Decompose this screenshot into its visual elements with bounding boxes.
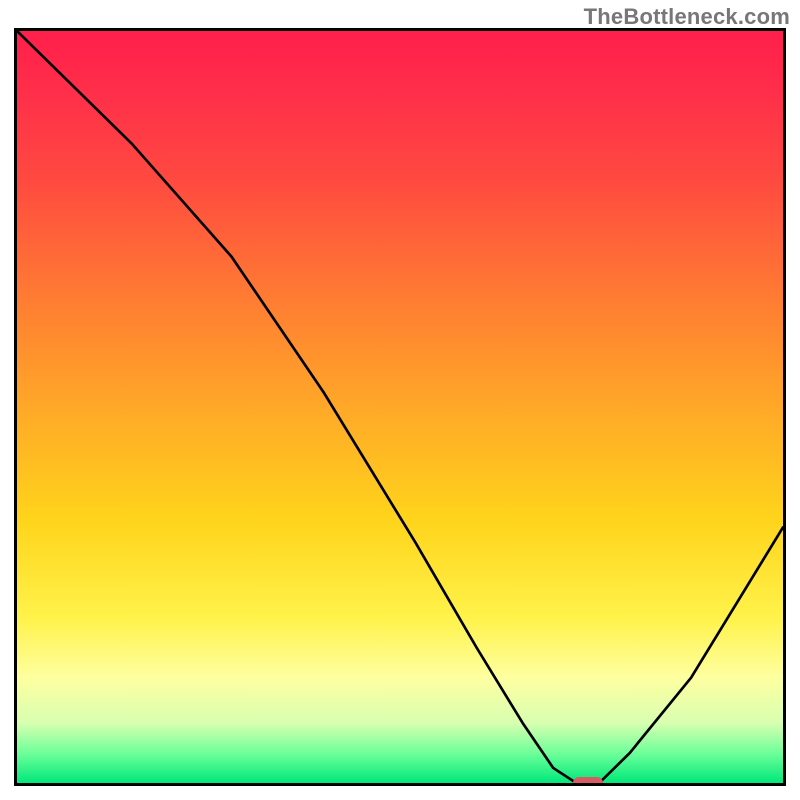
chart-container: TheBottleneck.com	[0, 0, 800, 800]
bottleneck-curve	[17, 31, 783, 783]
optimal-marker	[573, 777, 603, 786]
plot-frame	[14, 28, 786, 786]
watermark-text: TheBottleneck.com	[584, 4, 790, 30]
